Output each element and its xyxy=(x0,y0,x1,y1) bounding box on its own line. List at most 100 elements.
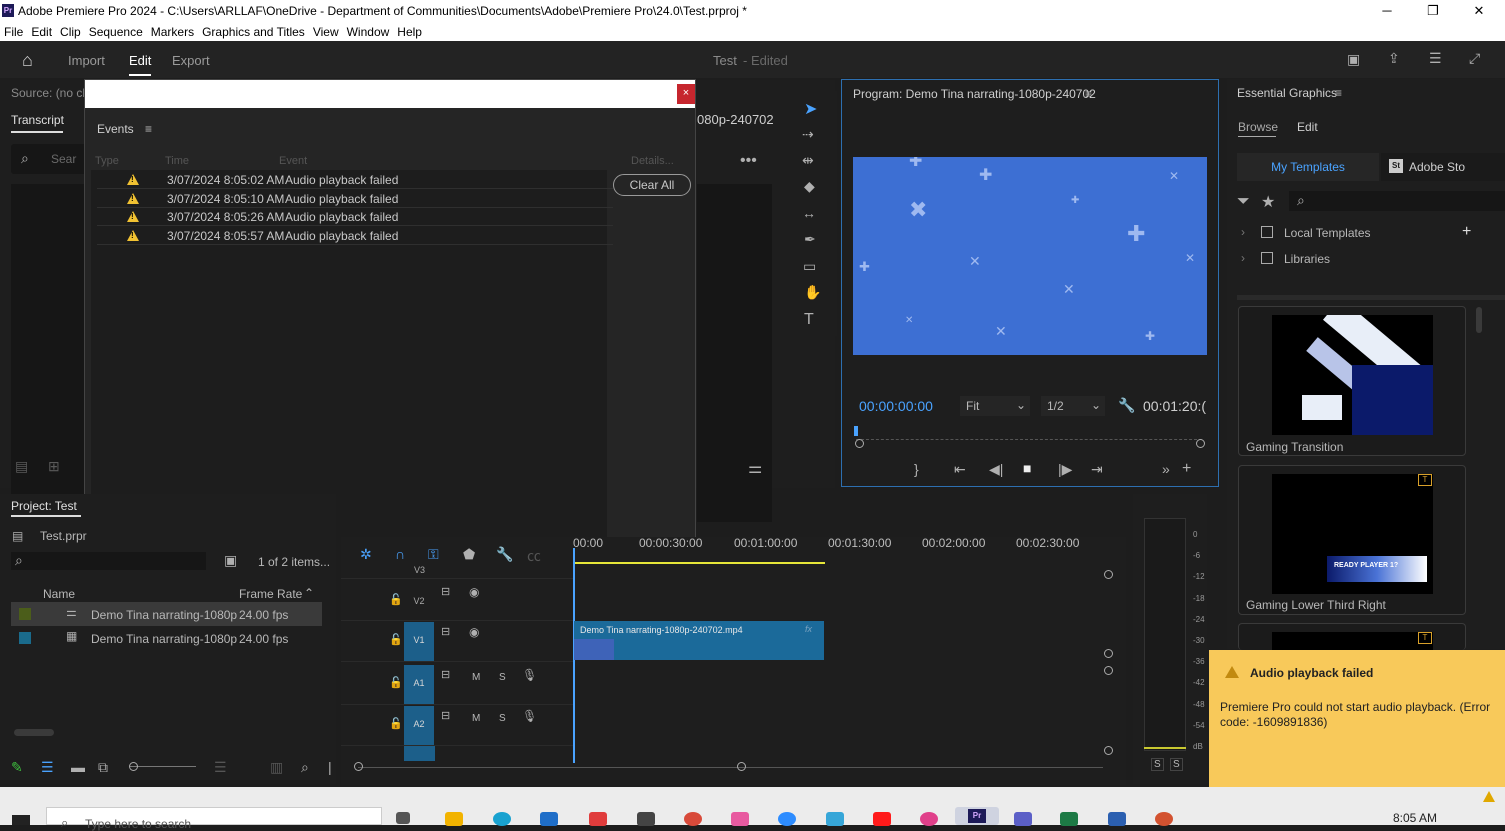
fullscreen-icon[interactable]: ⤢ xyxy=(1469,50,1480,67)
menu-edit[interactable]: Edit xyxy=(27,22,56,39)
template-card-gaming-lower-third[interactable]: READY PLAYER 1? T Gaming Lower Third Rig… xyxy=(1238,465,1466,615)
add-marker-icon[interactable]: ⬟ xyxy=(463,546,475,563)
zoom-slider[interactable] xyxy=(130,766,196,767)
tab-edit[interactable]: Edit xyxy=(129,53,151,68)
menu-file[interactable]: File xyxy=(0,22,27,39)
tree-libraries[interactable]: Libraries xyxy=(1284,252,1330,266)
step-back-icon[interactable]: ◀| xyxy=(989,461,1003,478)
add-template-icon[interactable]: + xyxy=(1462,223,1471,241)
vertical-zoom-handle[interactable] xyxy=(1104,570,1113,579)
workspaces-icon[interactable]: ☰ xyxy=(1429,50,1442,67)
linked-selection-icon[interactable]: ⚿ xyxy=(428,546,439,563)
app-icon[interactable] xyxy=(731,812,749,826)
template-card-partial[interactable]: T xyxy=(1238,623,1466,651)
sort-icon[interactable]: ☰ xyxy=(214,759,227,776)
program-timecode[interactable]: 00:00:00:00 xyxy=(859,398,933,414)
program-scrubber[interactable] xyxy=(856,432,1202,440)
wrench-icon[interactable]: 🔧 xyxy=(1118,397,1135,414)
project-scrollbar[interactable] xyxy=(14,729,54,736)
calculator-icon[interactable] xyxy=(637,812,655,826)
col-name[interactable]: Name xyxy=(43,587,75,601)
project-row[interactable]: ⚌ Demo Tina narrating-1080p 24.00 fps xyxy=(11,602,322,626)
freeform-view-icon[interactable]: ⧉ xyxy=(98,759,108,776)
menu-help[interactable]: Help xyxy=(393,22,426,39)
outlook-icon[interactable] xyxy=(540,812,558,826)
file-explorer-icon[interactable] xyxy=(445,812,463,826)
time-ruler[interactable]: 00:00 00:00:30:00 00:01:00:00 00:01:30:0… xyxy=(573,534,1103,564)
zoom-slider-handle[interactable] xyxy=(129,762,138,771)
chevron-right-icon[interactable]: › xyxy=(1241,251,1245,265)
stop-icon[interactable]: ■ xyxy=(1023,460,1031,476)
list-view-icon[interactable]: ☰ xyxy=(41,759,54,776)
type-tool-icon[interactable]: T xyxy=(804,311,814,329)
mark-out-icon[interactable]: } xyxy=(914,461,919,477)
lock-icon[interactable]: 🔓 xyxy=(389,633,403,646)
tree-local-templates[interactable]: Local Templates xyxy=(1284,226,1371,240)
col-frame-rate[interactable]: Frame Rate xyxy=(239,587,302,601)
scroll-handle-left[interactable] xyxy=(354,762,363,771)
eg-scrollbar[interactable] xyxy=(1476,307,1482,333)
work-area-bar[interactable] xyxy=(573,562,825,564)
icon-view-icon[interactable]: ▬ xyxy=(71,759,85,775)
selection-tool-icon[interactable]: ➤ xyxy=(804,99,817,119)
favorites-star-icon[interactable]: ★ xyxy=(1261,192,1275,212)
menu-window[interactable]: Window xyxy=(343,22,394,39)
tab-project[interactable]: Project: Test xyxy=(11,499,77,513)
razor-tool-icon[interactable]: ◆ xyxy=(804,178,815,195)
insert-sequence-icon[interactable]: ✲ xyxy=(360,546,372,563)
maximize-button[interactable]: ❐ xyxy=(1410,0,1456,22)
clear-all-button[interactable]: Clear All xyxy=(613,174,691,196)
new-item-icon[interactable]: | xyxy=(328,759,332,775)
transcript-tool-icon[interactable]: ▤ xyxy=(15,458,28,475)
chrome-icon[interactable] xyxy=(684,812,702,826)
zoom-fit-select[interactable]: Fit ⌄ xyxy=(960,396,1030,416)
go-to-in-icon[interactable]: ⇤ xyxy=(954,461,966,478)
audio-error-toast[interactable]: Audio playback failed Premiere Pro could… xyxy=(1209,650,1505,787)
windows-start-icon[interactable] xyxy=(12,815,30,825)
snap-icon[interactable]: ∩ xyxy=(395,546,405,562)
eg-menu-icon[interactable]: ≡ xyxy=(1335,86,1342,100)
lock-icon[interactable]: 🔓 xyxy=(389,676,403,689)
project-row[interactable]: ▦ Demo Tina narrating-1080p 24.00 fps xyxy=(11,626,322,650)
new-bin-icon[interactable]: ▣ xyxy=(224,552,237,569)
teams-icon[interactable] xyxy=(1014,812,1032,826)
checkbox-local-templates[interactable] xyxy=(1261,226,1273,238)
sync-lock-icon[interactable]: ⊟ xyxy=(441,585,450,598)
event-row[interactable]: 3/07/2024 8:05:02 AMAudio playback faile… xyxy=(97,171,613,189)
tab-edit-graphics[interactable]: Edit xyxy=(1297,120,1318,134)
solo-left-button[interactable]: S xyxy=(1151,758,1164,771)
tab-browse[interactable]: Browse xyxy=(1238,120,1278,134)
menu-markers[interactable]: Markers xyxy=(147,22,198,39)
eye-icon[interactable]: ◉ xyxy=(469,585,479,599)
tab-transcript[interactable]: Transcript xyxy=(11,113,64,127)
step-forward-icon[interactable]: |▶ xyxy=(1058,461,1072,478)
rectangle-tool-icon[interactable]: ▭ xyxy=(803,258,816,275)
template-card-gaming-transition[interactable]: Gaming Transition xyxy=(1238,306,1466,456)
scroll-handle-right[interactable] xyxy=(737,762,746,771)
slip-tool-icon[interactable]: ↔ xyxy=(802,205,816,221)
event-row[interactable]: 3/07/2024 8:05:10 AMAudio playback faile… xyxy=(97,190,613,208)
program-menu-icon[interactable]: ≡ xyxy=(1085,87,1092,101)
event-row[interactable]: 3/07/2024 8:05:57 AMAudio playback faile… xyxy=(97,227,613,245)
add-button-icon[interactable]: + xyxy=(1182,460,1191,478)
microphone-icon[interactable]: 🎙 xyxy=(522,668,537,682)
program-playhead[interactable] xyxy=(854,426,858,436)
track-select-icon[interactable]: ⇢ xyxy=(802,126,814,143)
app-icon[interactable] xyxy=(826,812,844,826)
tab-my-templates[interactable]: My Templates xyxy=(1237,153,1379,181)
tab-adobe-stock[interactable]: Adobe Sto St xyxy=(1381,153,1505,181)
close-window-button[interactable]: ✕ xyxy=(1456,0,1502,22)
vertical-zoom-handle[interactable] xyxy=(1104,649,1113,658)
sync-lock-icon[interactable]: ⊟ xyxy=(441,668,450,681)
notification-warning-icon[interactable] xyxy=(1483,791,1495,802)
checkbox-libraries[interactable] xyxy=(1261,252,1273,264)
hand-tool-icon[interactable]: ✋ xyxy=(804,284,821,301)
lock-icon[interactable]: 🔓 xyxy=(389,717,403,730)
track-header-a3-partial[interactable] xyxy=(404,746,435,761)
taskbar-search-input[interactable]: ⌕ Type here to search xyxy=(46,807,382,831)
sync-lock-icon[interactable]: ⊟ xyxy=(441,625,450,638)
eg-divider[interactable] xyxy=(1237,295,1505,300)
pen-tool-icon[interactable]: ✒ xyxy=(804,231,816,248)
timeline-scrollbar[interactable] xyxy=(358,767,1103,768)
lock-icon[interactable]: 🔓 xyxy=(389,593,403,606)
